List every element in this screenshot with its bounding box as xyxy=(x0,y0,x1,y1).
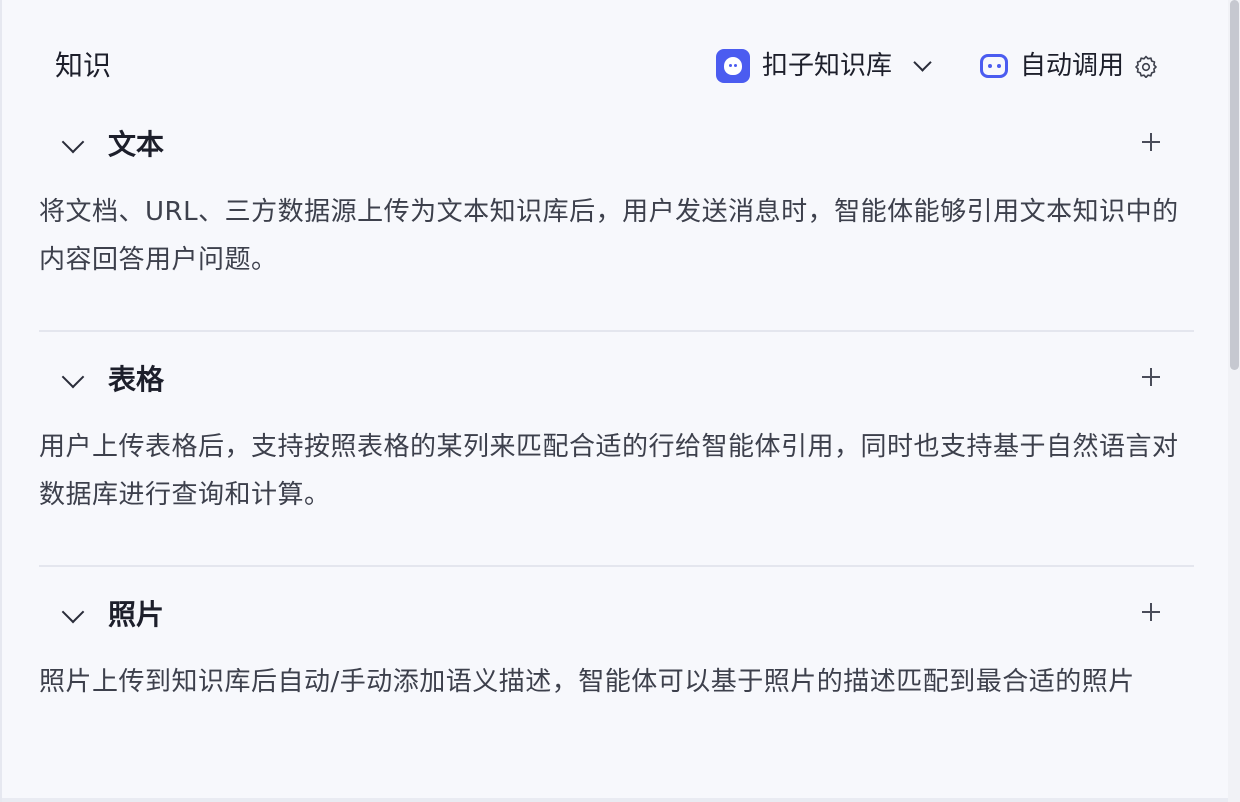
section-title: 文本 xyxy=(108,128,165,161)
vertical-scrollbar[interactable] xyxy=(1228,0,1240,802)
section-title: 表格 xyxy=(108,363,165,396)
section-description: 将文档、URL、三方数据源上传为文本知识库后，用户发送消息时，智能体能够引用文本… xyxy=(39,197,1179,275)
knowledge-header: 知识 扣子知识库 自动调用 xyxy=(2,40,1228,92)
knowledge-base-selector[interactable]: 扣子知识库 xyxy=(716,48,932,84)
chevron-down-icon xyxy=(913,52,932,72)
scrollbar-thumb[interactable] xyxy=(1230,0,1239,370)
chevron-down-icon[interactable] xyxy=(61,365,85,389)
add-text-knowledge-button[interactable] xyxy=(1141,132,1161,152)
section-photo-header[interactable]: 照片 xyxy=(39,598,1194,640)
section-description: 用户上传表格后，支持按照表格的某列来匹配合适的行给智能体引用，同时也支持基于自然… xyxy=(39,432,1179,510)
knowledge-panel: 知识 扣子知识库 自动调用 文本 将文档、URL、三方数据源上传为文本知识库后，… xyxy=(0,0,1228,802)
section-divider xyxy=(39,330,1194,332)
section-description: 照片上传到知识库后自动/手动添加语义描述，智能体可以基于照片的描述匹配到最合适的… xyxy=(39,667,1135,697)
chevron-down-icon[interactable] xyxy=(61,600,85,624)
coze-logo-icon xyxy=(716,49,750,83)
section-text-header[interactable]: 文本 xyxy=(39,128,1194,170)
auto-call-label: 自动调用 xyxy=(1020,51,1125,81)
add-photo-knowledge-button[interactable] xyxy=(1141,602,1161,622)
knowledge-base-label: 扣子知识库 xyxy=(762,51,893,81)
section-table: 表格 用户上传表格后，支持按照表格的某列来匹配合适的行给智能体引用，同时也支持基… xyxy=(39,363,1194,555)
section-photo: 照片 照片上传到知识库后自动/手动添加语义描述，智能体可以基于照片的描述匹配到最… xyxy=(39,598,1194,790)
gear-icon[interactable] xyxy=(1134,54,1158,78)
section-divider xyxy=(39,565,1194,567)
add-table-knowledge-button[interactable] xyxy=(1141,367,1161,387)
chevron-down-icon[interactable] xyxy=(61,130,85,154)
robot-icon xyxy=(980,54,1008,78)
panel-title: 知识 xyxy=(55,49,112,82)
section-title: 照片 xyxy=(108,598,165,631)
auto-call-setting[interactable]: 自动调用 xyxy=(980,48,1158,84)
section-table-header[interactable]: 表格 xyxy=(39,363,1194,405)
bottom-edge xyxy=(2,798,1228,802)
section-text: 文本 将文档、URL、三方数据源上传为文本知识库后，用户发送消息时，智能体能够引… xyxy=(39,128,1194,320)
